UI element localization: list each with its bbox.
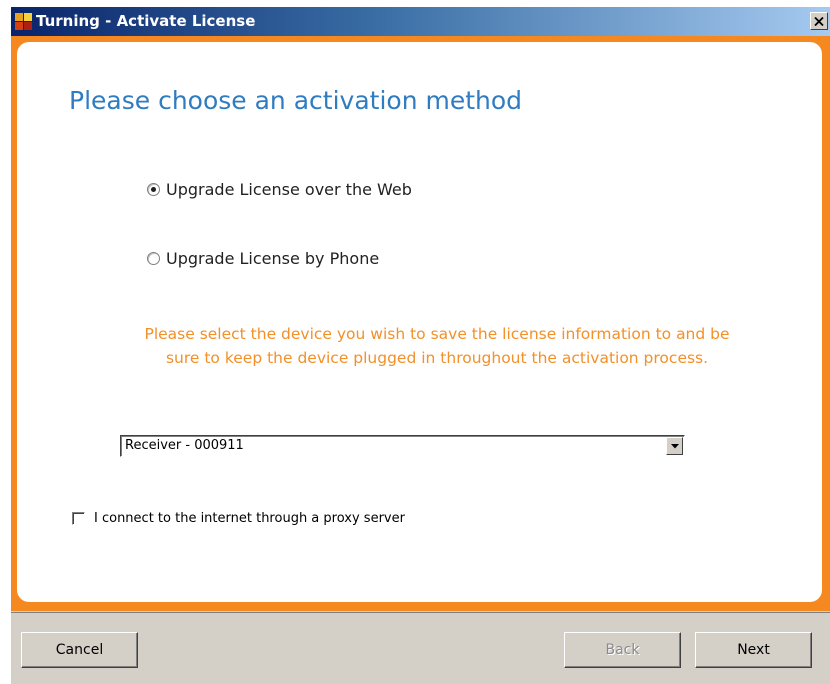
title-bar[interactable]: Turning - Activate License: [11, 7, 830, 36]
close-icon: [814, 16, 824, 26]
radio-option-phone[interactable]: Upgrade License by Phone: [147, 249, 379, 268]
instructions-line-2: sure to keep the device plugged in throu…: [165, 349, 709, 367]
radio-button-phone[interactable]: [147, 252, 160, 265]
button-bar: Cancel Back Next: [11, 612, 830, 683]
proxy-checkbox[interactable]: [72, 512, 85, 525]
instructions-line-1: Please select the device you wish to sav…: [144, 325, 730, 343]
close-button[interactable]: [810, 12, 828, 30]
radio-option-web[interactable]: Upgrade License over the Web: [147, 180, 412, 199]
next-button[interactable]: Next: [695, 632, 812, 668]
page-heading: Please choose an activation method: [69, 86, 523, 115]
activate-license-window: Turning - Activate License Please choose…: [10, 6, 830, 684]
radio-button-web[interactable]: [147, 183, 160, 196]
back-button[interactable]: Back: [564, 632, 681, 668]
dropdown-button[interactable]: [666, 437, 683, 455]
radio-label-phone: Upgrade License by Phone: [166, 249, 380, 268]
proxy-option[interactable]: I connect to the internet through a prox…: [72, 511, 405, 526]
proxy-checkbox-label: I connect to the internet through a prox…: [94, 511, 405, 526]
content-panel: Please choose an activation method Upgra…: [17, 42, 822, 602]
radio-label-web: Upgrade License over the Web: [166, 180, 412, 199]
content-frame: Please choose an activation method Upgra…: [11, 36, 830, 611]
chevron-down-icon: [670, 443, 679, 448]
device-instructions: Please select the device you wish to sav…: [67, 322, 807, 370]
device-select[interactable]: Receiver - 000911: [120, 435, 685, 457]
window-title: Turning - Activate License: [36, 12, 256, 30]
cancel-button[interactable]: Cancel: [21, 632, 138, 668]
turning-app-icon: [15, 13, 32, 30]
device-select-value: Receiver - 000911: [125, 438, 244, 453]
